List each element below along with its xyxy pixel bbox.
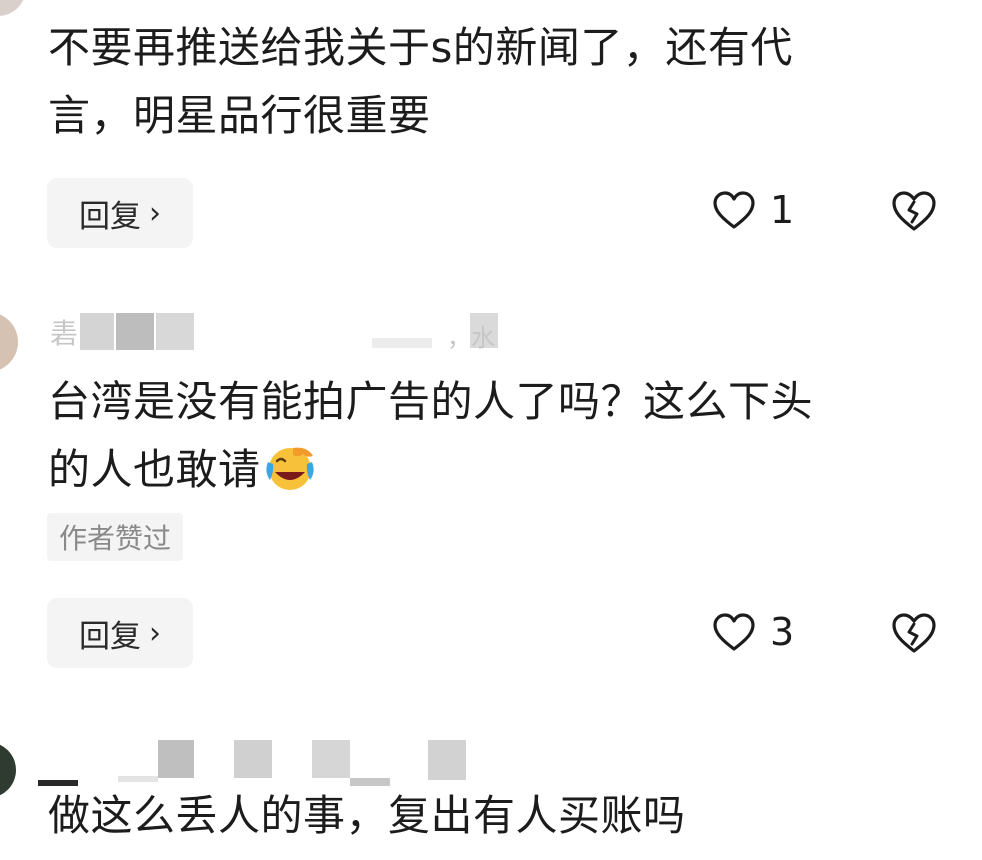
like-count: 3 xyxy=(770,610,795,654)
blurred-username xyxy=(312,740,350,778)
comment-line-wrapper: 的人也敢请 xyxy=(48,436,813,504)
broken-heart-icon xyxy=(892,191,936,231)
comment-line: 不要再推送给我关于s的新闻了，还有代 xyxy=(48,23,793,72)
blurred-username xyxy=(234,740,272,778)
like-button[interactable]: 1 xyxy=(712,188,794,232)
heart-outline-icon xyxy=(713,613,755,651)
blurred-username xyxy=(372,338,432,348)
comment-line: 做这么丢人的事，复出有人买账吗 xyxy=(48,791,686,840)
avatar[interactable] xyxy=(0,0,26,16)
chevron-right-icon: › xyxy=(149,195,161,231)
reply-label: 回复 xyxy=(79,618,141,655)
username-fragment: ，水 xyxy=(447,324,495,352)
username-fragment: 砉 xyxy=(50,317,79,350)
comment-line: 言，明星品行很重要 xyxy=(48,91,431,140)
laughing-crying-emoji xyxy=(265,447,314,490)
reply-button[interactable]: 回复 › xyxy=(47,598,193,668)
blurred-username xyxy=(80,313,114,350)
comment-text: 不要再推送给我关于s的新闻了，还有代 言，明星品行很重要 xyxy=(48,14,793,150)
author-liked-badge: 作者赞过 xyxy=(47,513,184,561)
dislike-button[interactable] xyxy=(890,612,938,658)
chevron-right-icon: › xyxy=(149,615,161,651)
comment-line: 台湾是没有能拍广告的人了吗？这么下头 xyxy=(48,377,814,426)
dislike-button[interactable] xyxy=(890,190,938,236)
blurred-username xyxy=(158,740,194,778)
reply-label: 回复 xyxy=(79,198,141,235)
comment-text: 台湾是没有能拍广告的人了吗？这么下头 的人也敢请 xyxy=(48,368,813,504)
blurred-username xyxy=(156,313,194,350)
blurred-username xyxy=(428,740,466,780)
comment-text: 做这么丢人的事，复出有人买账吗 xyxy=(48,782,686,850)
avatar[interactable] xyxy=(0,312,18,372)
comment-line: 的人也敢请 xyxy=(48,445,261,494)
heart-outline-icon xyxy=(713,191,755,229)
broken-heart-icon xyxy=(892,613,936,653)
blurred-username xyxy=(116,313,154,350)
reply-button[interactable]: 回复 › xyxy=(47,178,193,248)
like-count: 1 xyxy=(770,188,795,232)
like-button[interactable]: 3 xyxy=(712,610,794,654)
avatar[interactable] xyxy=(0,742,16,798)
